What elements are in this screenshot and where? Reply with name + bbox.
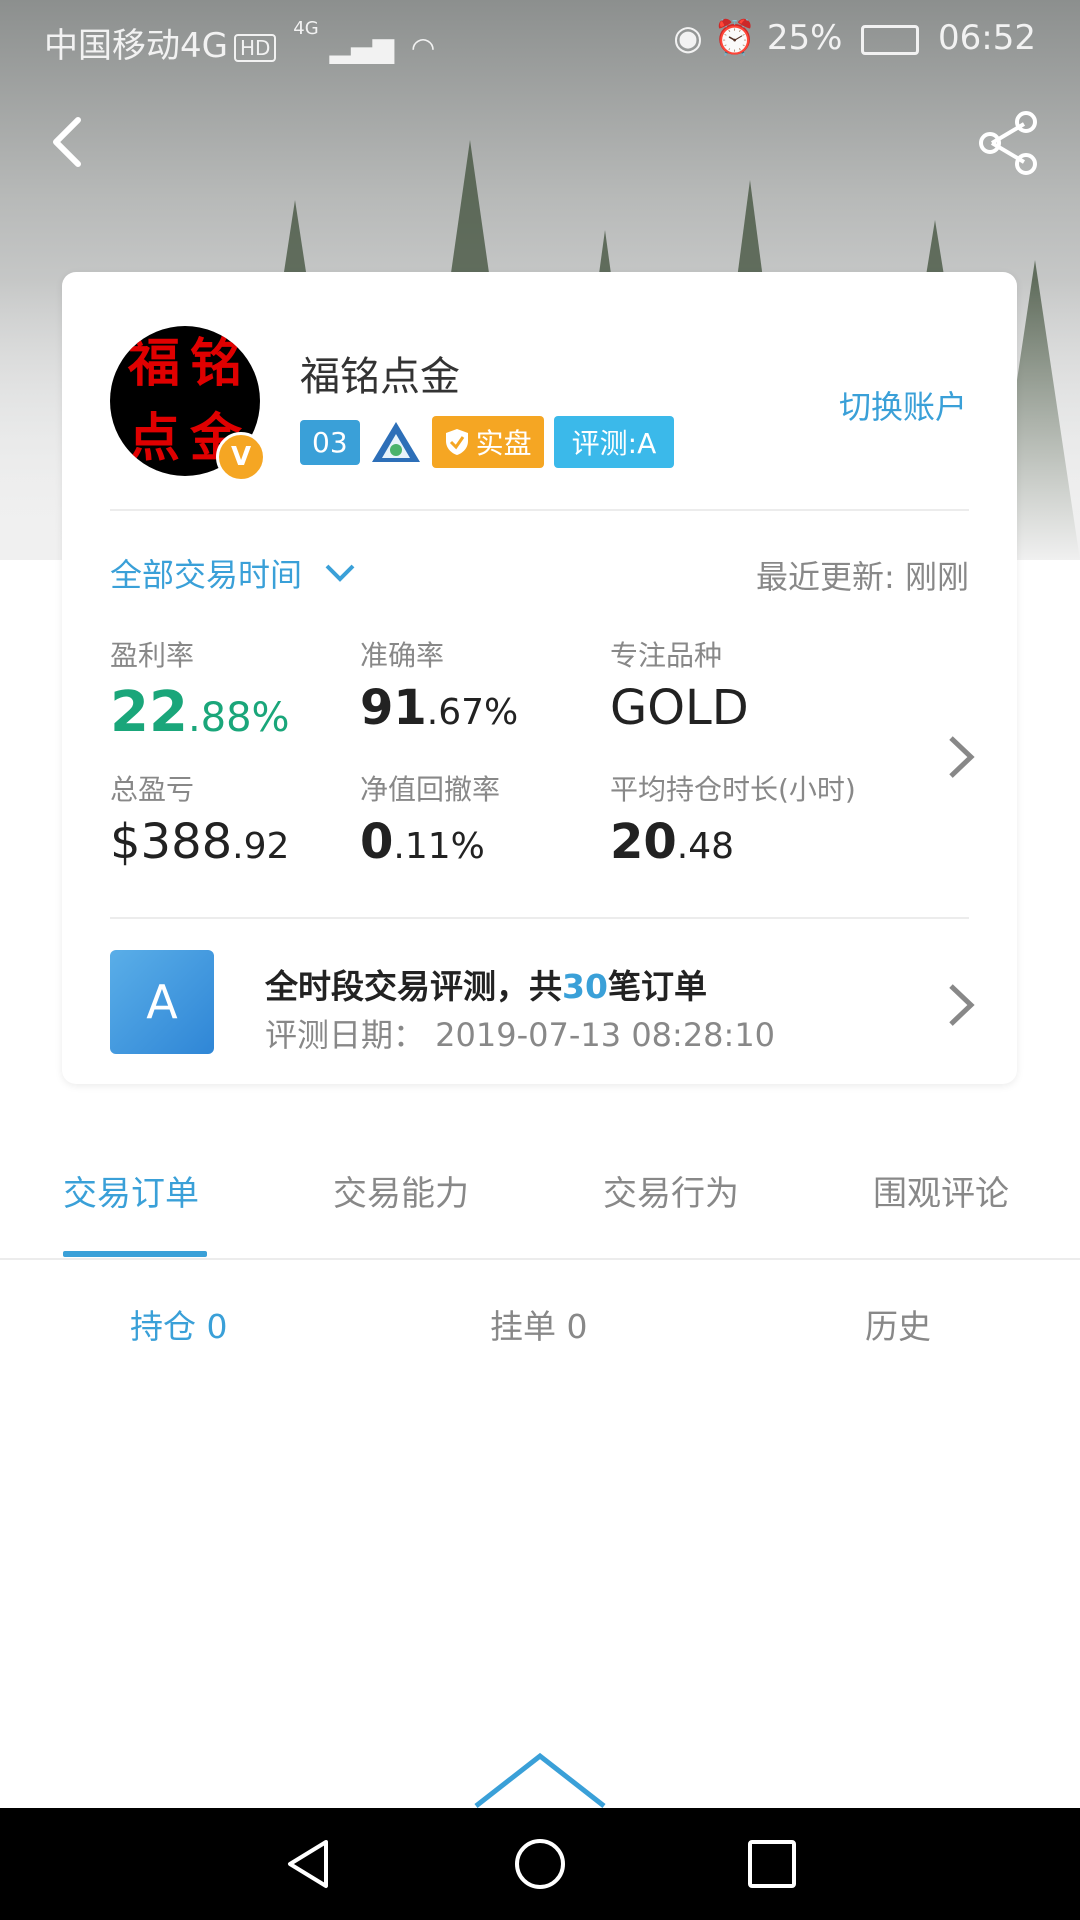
order-subtabs: 持仓 0 挂单 0 历史 xyxy=(0,1300,1080,1360)
stat-accuracy: 准确率 91.67% xyxy=(360,634,518,736)
period-label: 全部交易时间 xyxy=(110,556,303,594)
verified-badge-icon: V xyxy=(216,432,266,482)
divider xyxy=(110,917,969,919)
wifi-icon: ◠ xyxy=(410,31,436,64)
alarm-icon: ⏰ xyxy=(713,18,756,58)
subtab-positions[interactable]: 持仓 0 xyxy=(130,1300,228,1348)
back-chevron-icon[interactable] xyxy=(38,110,102,174)
nav-recents-icon[interactable] xyxy=(744,1836,800,1892)
nav-home-icon[interactable] xyxy=(512,1836,568,1892)
stat-label: 净值回撤率 xyxy=(360,773,501,806)
tab-trade-behavior[interactable]: 交易行为 xyxy=(603,1166,739,1215)
network-label: 4G xyxy=(293,18,319,39)
stat-label: 总盈亏 xyxy=(110,773,195,806)
divider xyxy=(0,1258,1080,1260)
status-bar: 中国移动4G HD 4G ▂▄▆ ◠ ◉ ⏰ 25% 06:52 xyxy=(0,0,1080,76)
evaluation-title[interactable]: 全时段交易评测，共30笔订单 xyxy=(265,960,707,1008)
last-updated: 最近更新: 刚刚 xyxy=(756,558,969,596)
evaluation-date: 评测日期： 2019-07-13 08:28:10 xyxy=(265,1016,776,1054)
level-badge: 03 xyxy=(300,419,360,465)
stat-value: GOLD xyxy=(610,680,749,736)
avatar-char: 铭 xyxy=(189,332,242,394)
stat-label: 准确率 xyxy=(360,639,445,672)
real-account-badge: 实盘 xyxy=(431,416,544,468)
stat-total-pnl: 总盈亏 $388.92 xyxy=(110,768,289,870)
stat-value: 0.11% xyxy=(360,814,485,870)
main-tabs: 交易订单 交易能力 交易行为 围观评论 xyxy=(0,1130,1080,1260)
stat-label: 盈利率 xyxy=(110,639,195,672)
stat-value: 20.48 xyxy=(610,814,735,870)
avatar-char: 点 xyxy=(127,407,180,469)
carrier-label: 中国移动4G xyxy=(44,26,228,66)
badge-row: 03 实盘 评测:A xyxy=(300,416,675,468)
avatar-char: 福 xyxy=(127,332,180,394)
chevron-down-icon xyxy=(325,564,355,582)
subtab-pending[interactable]: 挂单 0 xyxy=(490,1300,588,1348)
shield-check-icon xyxy=(445,429,468,455)
stat-profit-rate: 盈利率 22.88% xyxy=(110,634,290,745)
stat-value: 91.67% xyxy=(360,680,519,736)
stat-avg-hold: 平均持仓时长(小时) 20.48 xyxy=(610,768,856,870)
evaluation-badge: 评测:A xyxy=(553,416,675,468)
eye-icon: ◉ xyxy=(673,18,703,58)
chevron-right-icon[interactable] xyxy=(943,732,979,782)
stat-label: 平均持仓时长(小时) xyxy=(610,773,856,806)
system-nav-bar xyxy=(0,1808,1080,1920)
hd-badge: HD xyxy=(233,33,277,62)
signal-icon: ▂▄▆ xyxy=(329,31,395,64)
profile-card: 福 铭 点 金 V 福铭点金 切换账户 03 实盘 评测:A 全部交易时间 最近… xyxy=(62,272,1017,1084)
stat-drawdown: 净值回撤率 0.11% xyxy=(360,768,500,870)
tab-active-indicator xyxy=(63,1251,207,1257)
evaluation-order-count: 30 xyxy=(562,967,608,1006)
battery-icon xyxy=(861,24,920,55)
stat-label: 专注品种 xyxy=(610,639,723,672)
real-account-label: 实盘 xyxy=(475,427,532,460)
stat-value: $388.92 xyxy=(110,814,290,870)
battery-percent: 25% xyxy=(766,18,843,58)
account-name: 福铭点金 xyxy=(300,354,460,400)
stat-focus-symbol: 专注品种 GOLD xyxy=(610,634,749,736)
subtab-history[interactable]: 历史 xyxy=(865,1300,931,1348)
nav-back-icon[interactable] xyxy=(280,1836,336,1892)
switch-account-link[interactable]: 切换账户 xyxy=(839,382,967,428)
tab-comments[interactable]: 围观评论 xyxy=(873,1166,1009,1215)
divider xyxy=(110,509,969,511)
tab-trade-orders[interactable]: 交易订单 xyxy=(63,1166,199,1215)
chevron-right-icon[interactable] xyxy=(943,980,979,1030)
tab-trade-ability[interactable]: 交易能力 xyxy=(333,1166,469,1215)
evaluation-title-suffix: 笔订单 xyxy=(607,967,707,1006)
stat-value: 22.88% xyxy=(110,680,290,745)
share-icon[interactable] xyxy=(972,108,1042,178)
evaluation-grade-icon: A xyxy=(110,950,214,1054)
expand-up-icon[interactable] xyxy=(470,1752,610,1808)
clock: 06:52 xyxy=(938,18,1036,58)
evaluation-title-prefix: 全时段交易评测，共 xyxy=(265,967,562,1006)
period-dropdown[interactable]: 全部交易时间 xyxy=(110,550,356,596)
platform-triangle-icon xyxy=(371,422,420,462)
